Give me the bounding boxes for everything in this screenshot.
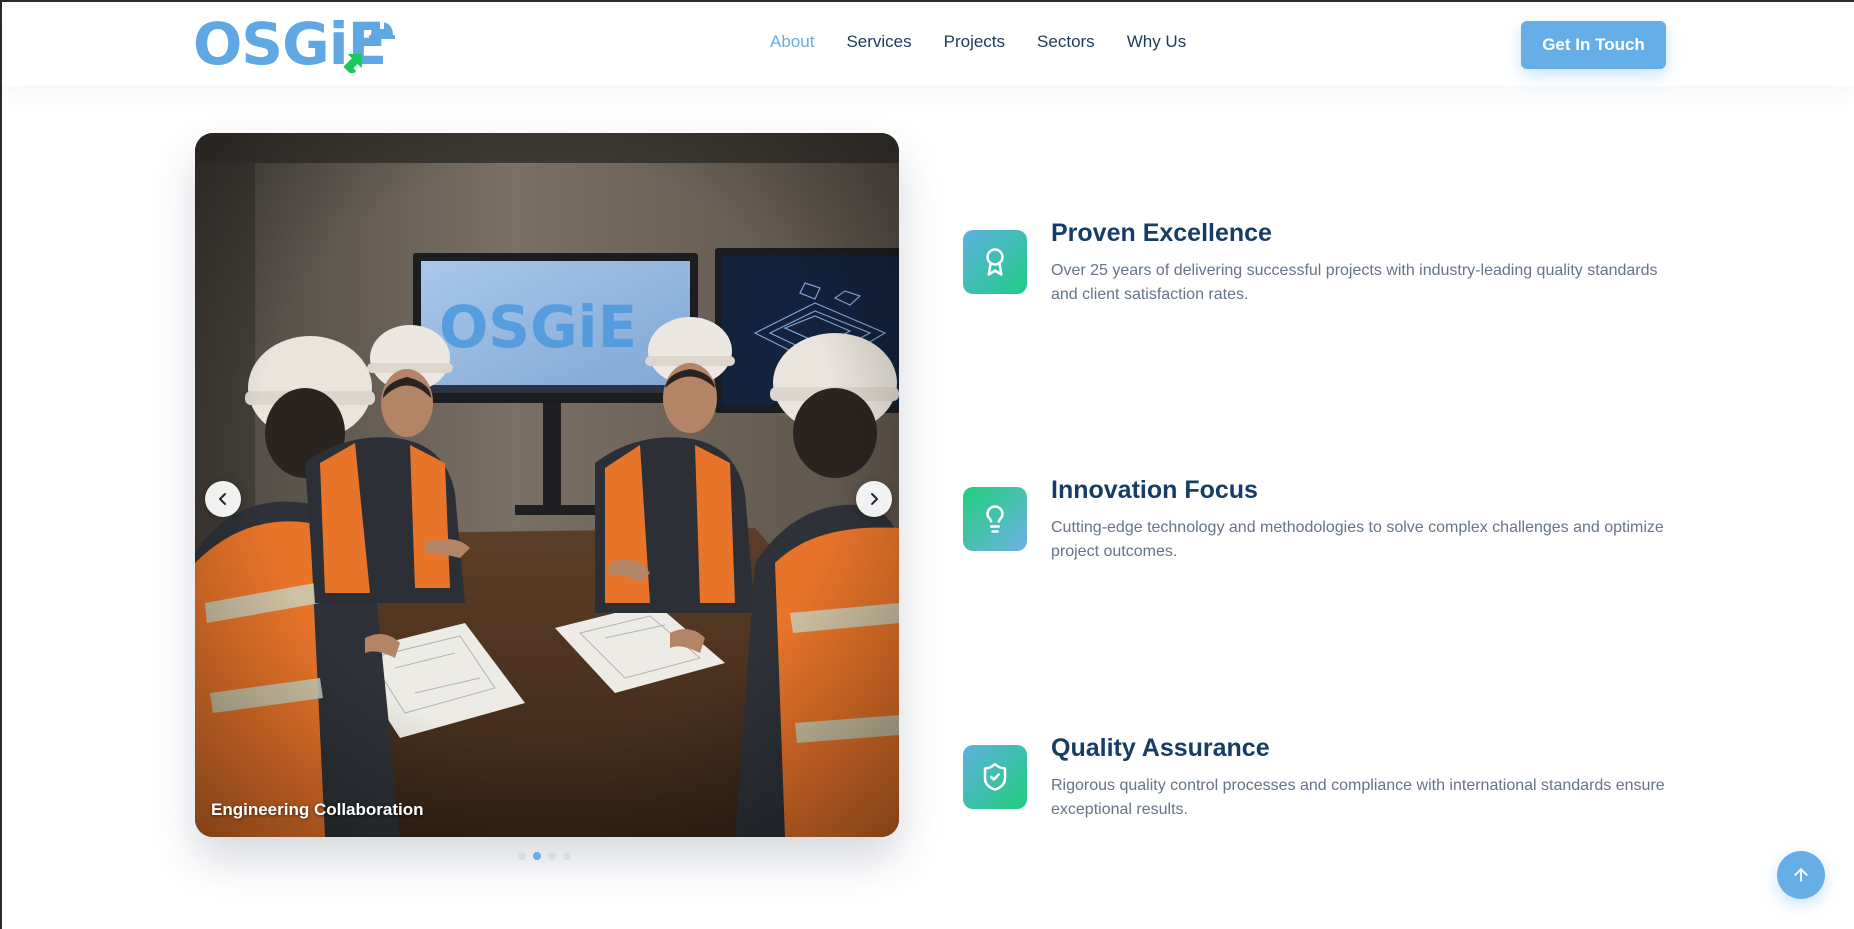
shield-check-icon [983, 763, 1007, 791]
nav-link-projects[interactable]: Projects [944, 32, 1005, 52]
scroll-to-top-button[interactable] [1777, 851, 1825, 899]
carousel-dot-active[interactable] [533, 852, 541, 860]
site-header: OSGiE About Services Projects Sectors Wh… [2, 2, 1854, 86]
logo[interactable]: OSGiE [193, 15, 445, 73]
feature-title: Proven Excellence [1051, 219, 1272, 247]
feature-description: Cutting-edge technology and methodologie… [1051, 519, 1664, 560]
carousel-indicators [518, 852, 571, 860]
carousel-dot[interactable] [563, 852, 571, 860]
nav-link-sectors[interactable]: Sectors [1037, 32, 1095, 52]
growth-arrow-icon [343, 54, 362, 73]
feature-title: Innovation Focus [1051, 476, 1258, 504]
feature-icon-box [963, 745, 1027, 809]
feature-icon-box [963, 230, 1027, 294]
feature-description: Over 25 years of delivering successful p… [1051, 262, 1658, 303]
feature-innovation-focus: Innovation Focus Cutting-edge technology… [963, 476, 1664, 587]
carousel-dot[interactable] [548, 852, 556, 860]
carousel-prev-button[interactable] [205, 481, 241, 517]
image-carousel: OSGiE [195, 133, 899, 837]
get-in-touch-button[interactable]: Get In Touch [1521, 21, 1666, 69]
carousel-dot[interactable] [518, 852, 526, 860]
arrow-up-icon [1794, 868, 1808, 882]
carousel-next-button[interactable] [856, 481, 892, 517]
feature-proven-excellence: Proven Excellence Over 25 years of deliv… [963, 219, 1663, 330]
nav-link-about[interactable]: About [770, 32, 814, 52]
feature-icon-box [963, 487, 1027, 551]
carousel-slide-image: OSGiE [195, 133, 899, 837]
chevron-right-icon [871, 493, 878, 505]
slide-caption: Engineering Collaboration [211, 800, 424, 819]
lightbulb-icon [986, 505, 1004, 533]
feature-title: Quality Assurance [1051, 734, 1270, 762]
nav-link-services[interactable]: Services [846, 32, 911, 52]
main-nav: About Services Projects Sectors Why Us [770, 32, 1218, 52]
feature-description: Rigorous quality control processes and c… [1051, 777, 1665, 818]
feature-quality-assurance: Quality Assurance Rigorous quality contr… [963, 734, 1665, 845]
nav-link-why-us[interactable]: Why Us [1127, 32, 1187, 52]
logo-wordmark: OSGiE [193, 15, 395, 73]
helmet-icon [369, 21, 395, 39]
chevron-left-icon [219, 493, 226, 505]
award-icon [986, 248, 1004, 276]
